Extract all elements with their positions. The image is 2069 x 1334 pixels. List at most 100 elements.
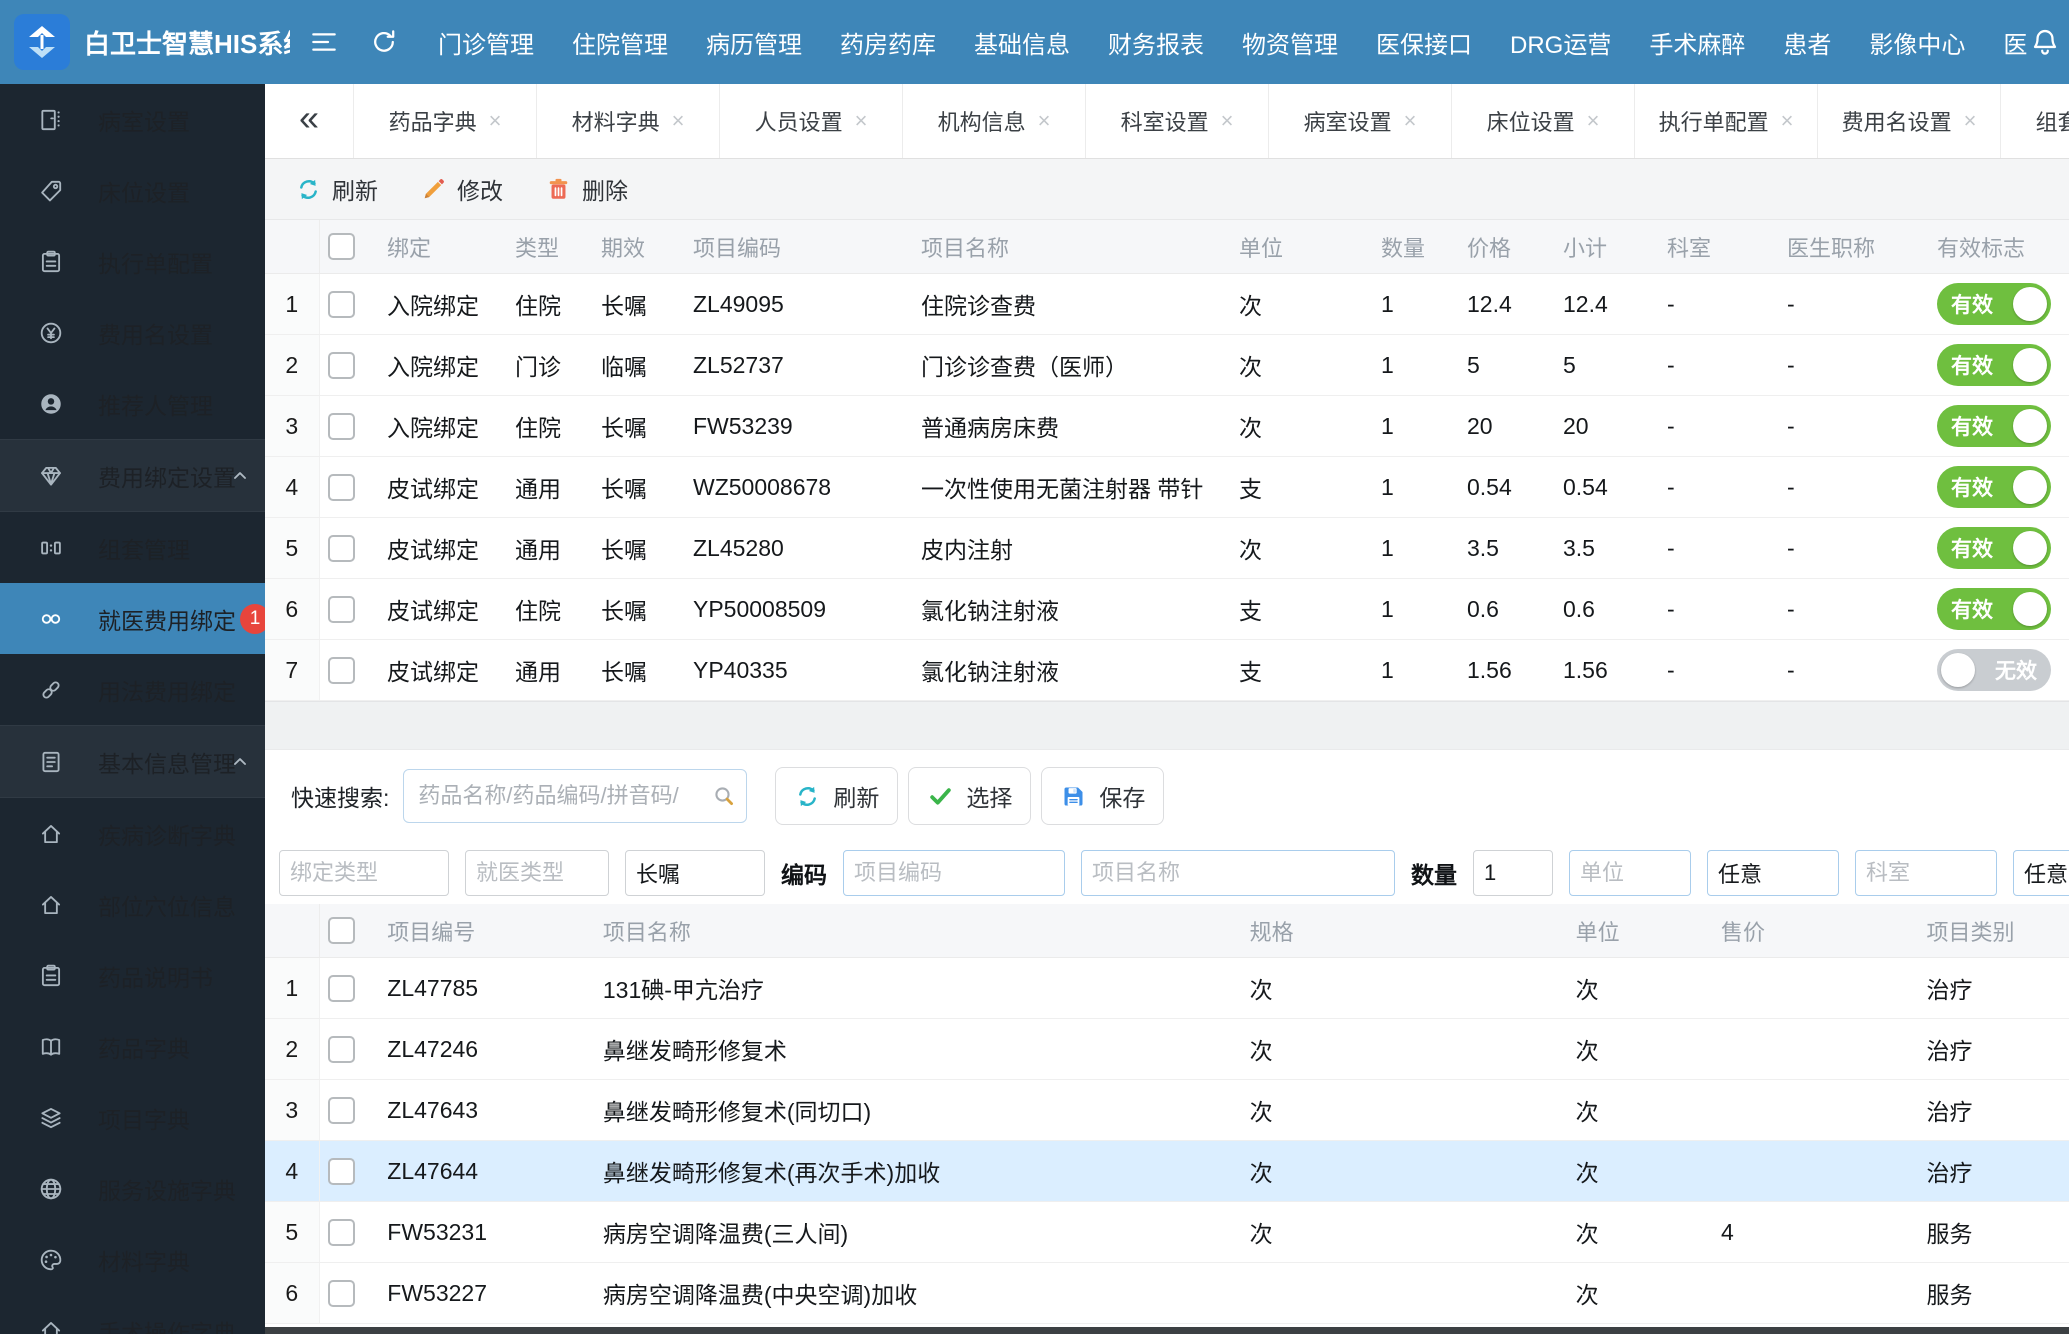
filter-dept[interactable]: [1855, 850, 1997, 896]
tab-close-icon[interactable]: ×: [855, 110, 868, 132]
tab-close-icon[interactable]: ×: [1221, 110, 1234, 132]
row-checkbox[interactable]: [328, 352, 355, 379]
top-menu-item-12[interactable]: 影像中心: [1869, 25, 1965, 60]
sidebar-item-4[interactable]: 费用名设置: [0, 297, 265, 368]
sidebar-item-5[interactable]: 推荐人管理: [0, 368, 265, 439]
table-row[interactable]: 6皮试绑定住院长嘱YP50008509氯化钠注射液支10.60.6--有效: [265, 579, 2069, 640]
filter-unit[interactable]: [1569, 850, 1691, 896]
sidebar-item-2[interactable]: 床位设置: [0, 155, 265, 226]
status-toggle[interactable]: 有效: [1937, 344, 2051, 386]
tab-6[interactable]: 病室设置×: [1269, 84, 1452, 158]
sidebar-item-10[interactable]: 基本信息管理: [0, 725, 265, 798]
status-toggle[interactable]: 有效: [1937, 405, 2051, 447]
sidebar-item-14[interactable]: 药品字典: [0, 1011, 265, 1082]
save-button[interactable]: 保存: [1041, 767, 1164, 825]
table-row[interactable]: 7皮试绑定通用长嘱YP40335氯化钠注射液支11.561.56--无效: [265, 640, 2069, 701]
tab-8[interactable]: 执行单配置×: [1635, 84, 1818, 158]
tab-close-icon[interactable]: ×: [1587, 110, 1600, 132]
delete-button[interactable]: 删除: [545, 172, 628, 206]
magnifier-icon[interactable]: [711, 783, 737, 809]
top-menu-item-9[interactable]: DRG运营: [1510, 25, 1611, 60]
status-toggle[interactable]: 有效: [1937, 588, 2051, 630]
row-checkbox[interactable]: [328, 474, 355, 501]
bottom-scrollbar[interactable]: [265, 1327, 2069, 1334]
tab-5[interactable]: 科室设置×: [1086, 84, 1269, 158]
top-menu-item-7[interactable]: 物资管理: [1242, 25, 1338, 60]
status-toggle[interactable]: 无效: [1937, 649, 2051, 691]
top-menu-item-10[interactable]: 手术麻醉: [1649, 25, 1745, 60]
filter-bind-type[interactable]: [279, 850, 449, 896]
top-menu-item-6[interactable]: 财务报表: [1108, 25, 1204, 60]
status-toggle[interactable]: 有效: [1937, 466, 2051, 508]
table-row[interactable]: 2入院绑定门诊临嘱ZL52737门诊诊查费（医师）次155--有效: [265, 335, 2069, 396]
row-checkbox[interactable]: [328, 975, 355, 1002]
chevron-up-icon[interactable]: [229, 751, 251, 773]
row-checkbox[interactable]: [328, 535, 355, 562]
sidebar-item-6[interactable]: 费用绑定设置: [0, 439, 265, 512]
modify-button[interactable]: 修改: [420, 172, 503, 206]
sidebar-item-11[interactable]: 疾病诊断字典: [0, 798, 265, 869]
tab-close-icon[interactable]: ×: [1404, 110, 1417, 132]
table-row[interactable]: 1ZL47785131碘-甲亢治疗次次治疗: [265, 958, 2069, 1019]
refresh-button[interactable]: 刷新: [775, 767, 898, 825]
tab-4[interactable]: 机构信息×: [903, 84, 1086, 158]
table-row[interactable]: 6FW53227病房空调降温费(中央空调)加收次服务: [265, 1263, 2069, 1324]
tab-close-icon[interactable]: ×: [1964, 110, 1977, 132]
top-menu-item-8[interactable]: 医保接口: [1376, 25, 1472, 60]
tab-close-icon[interactable]: ×: [1781, 110, 1794, 132]
row-checkbox[interactable]: [328, 657, 355, 684]
status-toggle[interactable]: 有效: [1937, 283, 2051, 325]
top-menu-item-3[interactable]: 病历管理: [706, 25, 802, 60]
tab-close-icon[interactable]: ×: [672, 110, 685, 132]
top-menu-item-2[interactable]: 住院管理: [572, 25, 668, 60]
top-menu-item-11[interactable]: 患者: [1783, 25, 1831, 60]
row-checkbox[interactable]: [328, 596, 355, 623]
tab-close-icon[interactable]: ×: [1038, 110, 1051, 132]
filter-item-name[interactable]: [1081, 850, 1395, 896]
bell-icon[interactable]: [2029, 26, 2061, 58]
row-checkbox[interactable]: [328, 1036, 355, 1063]
tab-7[interactable]: 床位设置×: [1452, 84, 1635, 158]
filter-visit-type[interactable]: [465, 850, 609, 896]
tab-2[interactable]: 材料字典×: [537, 84, 720, 158]
row-checkbox[interactable]: [328, 1280, 355, 1307]
select-button[interactable]: 选择: [908, 767, 1031, 825]
table-row[interactable]: 5皮试绑定通用长嘱ZL45280皮内注射次13.53.5--有效: [265, 518, 2069, 579]
filter-period[interactable]: 长嘱: [625, 850, 765, 896]
filter-title-any[interactable]: 任意: [2013, 850, 2069, 896]
top-menu-item-4[interactable]: 药房药库: [840, 25, 936, 60]
sidebar-item-1[interactable]: 病室设置: [0, 84, 265, 155]
table-row[interactable]: 4ZL47644鼻继发畸形修复术(再次手术)加收次次治疗: [265, 1141, 2069, 1202]
row-checkbox[interactable]: [328, 291, 355, 318]
tab-9[interactable]: 费用名设置×: [1818, 84, 2001, 158]
table-row[interactable]: 3ZL47643鼻继发畸形修复术(同切口)次次治疗: [265, 1080, 2069, 1141]
row-checkbox[interactable]: [328, 1158, 355, 1185]
select-all-checkbox[interactable]: [328, 917, 355, 944]
sidebar-item-8[interactable]: 就医费用绑定1: [0, 583, 265, 654]
table-row[interactable]: 2ZL47246鼻继发畸形修复术次次治疗: [265, 1019, 2069, 1080]
status-toggle[interactable]: 有效: [1937, 527, 2051, 569]
row-checkbox[interactable]: [328, 1219, 355, 1246]
menu-fold-icon[interactable]: [308, 26, 340, 58]
table-row[interactable]: 1入院绑定住院长嘱ZL49095住院诊查费次112.412.4--有效: [265, 274, 2069, 335]
refresh-button[interactable]: 刷新: [295, 172, 378, 206]
sidebar-item-18[interactable]: 手术操作字典: [0, 1295, 265, 1334]
sidebar-item-13[interactable]: 药品说明书: [0, 940, 265, 1011]
sidebar-item-3[interactable]: 执行单配置: [0, 226, 265, 297]
select-all-checkbox[interactable]: [328, 233, 355, 260]
sidebar-item-9[interactable]: 用法费用绑定: [0, 654, 265, 725]
sidebar-item-16[interactable]: 服务设施字典: [0, 1153, 265, 1224]
sidebar-item-15[interactable]: 项目字典: [0, 1082, 265, 1153]
sidebar-item-17[interactable]: 材料字典: [0, 1224, 265, 1295]
top-menu-item-1[interactable]: 门诊管理: [438, 25, 534, 60]
table-row[interactable]: 4皮试绑定通用长嘱WZ50008678一次性使用无菌注射器 带针支10.540.…: [265, 457, 2069, 518]
chevron-up-icon[interactable]: [229, 465, 251, 487]
sidebar-item-7[interactable]: 组套管理: [0, 512, 265, 583]
tab-10[interactable]: 组套管理×: [2001, 84, 2069, 158]
refresh-icon[interactable]: [368, 26, 400, 58]
row-checkbox[interactable]: [328, 413, 355, 440]
top-menu-item-13[interactable]: 医: [2003, 25, 2027, 60]
tab-close-icon[interactable]: ×: [489, 110, 502, 132]
tab-1[interactable]: 药品字典×: [353, 84, 537, 158]
filter-item-code[interactable]: [843, 850, 1065, 896]
